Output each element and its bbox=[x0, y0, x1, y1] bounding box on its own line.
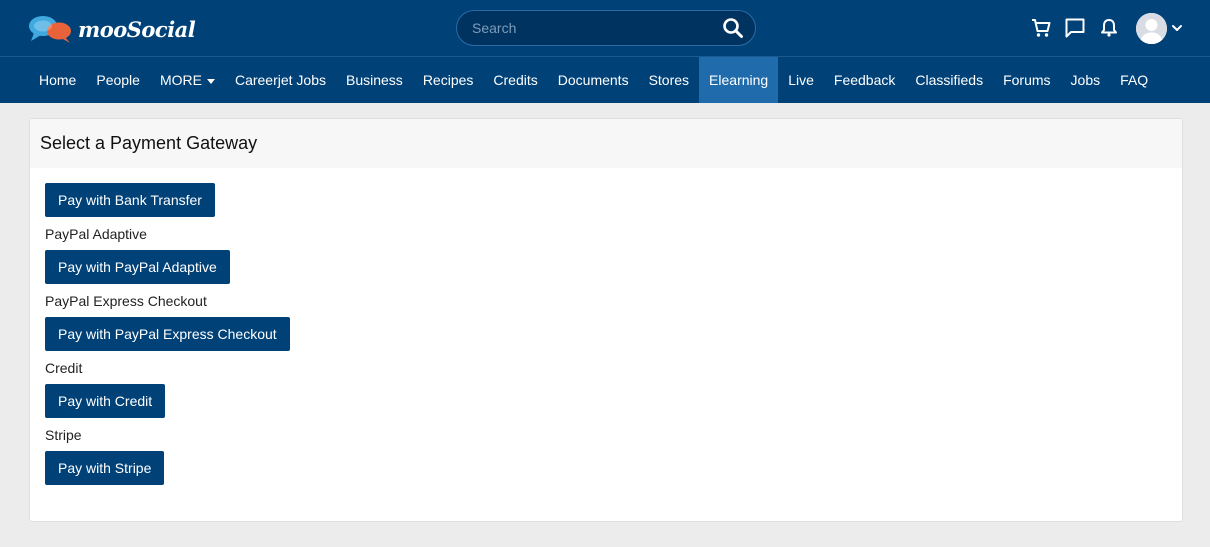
message-icon bbox=[1065, 18, 1085, 38]
chevron-down-icon bbox=[1172, 25, 1182, 31]
gateway-list: Pay with Bank Transfer PayPal Adaptive P… bbox=[30, 168, 1182, 485]
gateway-credit: Pay with Credit bbox=[45, 384, 1167, 418]
nav-item-forums[interactable]: Forums bbox=[993, 57, 1060, 103]
nav-item-jobs[interactable]: Jobs bbox=[1061, 57, 1111, 103]
nav-item-feedback[interactable]: Feedback bbox=[824, 57, 905, 103]
pay-paypal-express-button[interactable]: Pay with PayPal Express Checkout bbox=[45, 317, 290, 351]
nav-item-label: Business bbox=[346, 72, 403, 88]
gateway-label-paypal-adaptive: PayPal Adaptive bbox=[45, 226, 147, 242]
pay-bank-transfer-button[interactable]: Pay with Bank Transfer bbox=[45, 183, 215, 217]
nav-item-label: Forums bbox=[1003, 72, 1051, 88]
nav-item-stores[interactable]: Stores bbox=[639, 57, 699, 103]
nav-item-label: Home bbox=[39, 72, 77, 88]
nav-item-business[interactable]: Business bbox=[336, 57, 413, 103]
panel-header: Select a Payment Gateway bbox=[30, 119, 1182, 168]
user-menu[interactable] bbox=[1136, 12, 1184, 44]
nav-item-credits[interactable]: Credits bbox=[483, 57, 547, 103]
nav-item-people[interactable]: People bbox=[86, 57, 150, 103]
logo-text: mooSocial bbox=[78, 16, 196, 42]
nav-item-label: Jobs bbox=[1070, 72, 1101, 88]
nav-item-label: People bbox=[96, 72, 140, 88]
payment-gateway-panel: Select a Payment Gateway Pay with Bank T… bbox=[29, 118, 1183, 522]
main-nav: Home People MORE Careerjet Jobs Business… bbox=[0, 57, 1210, 103]
messages-button[interactable] bbox=[1058, 11, 1092, 45]
gateway-paypal-adaptive: Pay with PayPal Adaptive bbox=[45, 250, 1167, 284]
nav-item-more[interactable]: MORE bbox=[150, 57, 225, 103]
nav-item-label: Stores bbox=[648, 72, 690, 88]
header-actions bbox=[1024, 0, 1184, 56]
gateway-label-paypal-express: PayPal Express Checkout bbox=[45, 293, 207, 309]
nav-item-faq[interactable]: FAQ bbox=[1110, 57, 1158, 103]
nav-item-label: MORE bbox=[159, 72, 202, 88]
avatar bbox=[1136, 12, 1167, 44]
nav-item-live[interactable]: Live bbox=[778, 57, 824, 103]
gateway-bank-transfer: Pay with Bank Transfer bbox=[45, 183, 1167, 217]
nav-item-label: Classifieds bbox=[915, 72, 984, 88]
nav-item-home[interactable]: Home bbox=[29, 57, 86, 103]
search-icon bbox=[723, 18, 743, 38]
nav-item-label: Recipes bbox=[422, 72, 474, 88]
site-logo[interactable]: mooSocial bbox=[28, 14, 196, 44]
nav-item-label: Live bbox=[788, 72, 814, 88]
user-avatar-icon bbox=[1136, 12, 1167, 44]
gateway-paypal-express: Pay with PayPal Express Checkout bbox=[45, 317, 1167, 351]
cart-button[interactable] bbox=[1024, 11, 1058, 45]
nav-item-label: Credits bbox=[493, 72, 538, 88]
nav-item-careerjet-jobs[interactable]: Careerjet Jobs bbox=[225, 57, 336, 103]
nav-item-label: FAQ bbox=[1120, 72, 1149, 88]
nav-item-classifieds[interactable]: Classifieds bbox=[905, 57, 993, 103]
pay-paypal-adaptive-button[interactable]: Pay with PayPal Adaptive bbox=[45, 250, 230, 284]
page-title: Select a Payment Gateway bbox=[40, 133, 258, 153]
search-box bbox=[456, 10, 756, 46]
search-button[interactable] bbox=[711, 11, 755, 45]
nav-item-label: Feedback bbox=[833, 72, 896, 88]
pay-credit-button[interactable]: Pay with Credit bbox=[45, 384, 166, 418]
search-input[interactable] bbox=[457, 11, 711, 45]
nav-item-elearning[interactable]: Elearning bbox=[699, 57, 779, 103]
notifications-button[interactable] bbox=[1092, 11, 1126, 45]
cart-icon bbox=[1032, 19, 1051, 37]
nav-item-documents[interactable]: Documents bbox=[548, 57, 639, 103]
nav-item-label: Careerjet Jobs bbox=[234, 72, 326, 88]
nav-item-label: Elearning bbox=[709, 72, 769, 88]
pay-stripe-button[interactable]: Pay with Stripe bbox=[45, 451, 165, 485]
caret-down-icon bbox=[206, 78, 215, 84]
gateway-label-stripe: Stripe bbox=[45, 427, 82, 443]
gateway-stripe: Pay with Stripe bbox=[45, 451, 1167, 485]
top-header: mooSocial bbox=[0, 0, 1210, 57]
bell-icon bbox=[1101, 19, 1117, 37]
logo-bubbles-icon bbox=[29, 16, 71, 43]
nav-item-recipes[interactable]: Recipes bbox=[413, 57, 484, 103]
gateway-label-credit: Credit bbox=[45, 360, 83, 376]
nav-item-label: Documents bbox=[557, 72, 629, 88]
